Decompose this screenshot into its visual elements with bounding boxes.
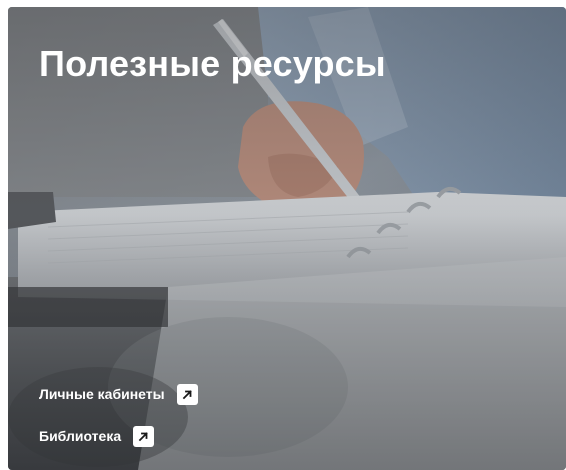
link-label: Личные кабинеты [39,386,165,402]
resource-links: Личные кабинеты Библиотека [39,383,198,467]
link-label: Библиотека [39,428,122,444]
external-link-arrow-icon [133,425,155,447]
link-library[interactable]: Библиотека [39,425,198,447]
external-link-arrow-icon [176,383,198,405]
page-title: Полезные ресурсы [39,43,386,84]
useful-resources-card: Полезные ресурсы Личные кабинеты Библиот… [8,7,566,470]
link-personal-accounts[interactable]: Личные кабинеты [39,383,198,405]
